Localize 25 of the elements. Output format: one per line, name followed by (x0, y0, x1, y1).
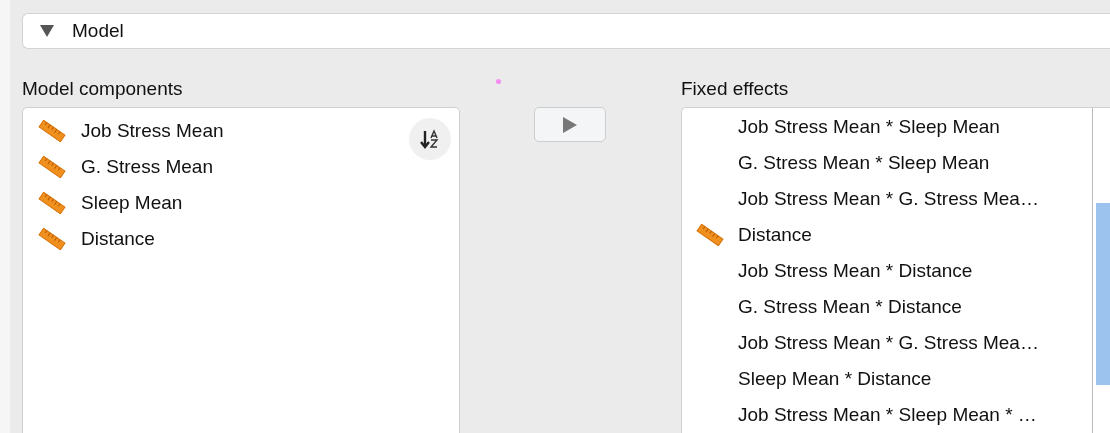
variable-label[interactable]: Job Stress Mean * Sleep Mean (738, 116, 1000, 138)
variable-label[interactable]: G. Stress Mean (81, 156, 213, 178)
list-label: Model components (22, 78, 184, 101)
sort-button[interactable] (409, 118, 451, 160)
variable-label[interactable]: Distance (738, 224, 812, 246)
expand-triangle-icon (40, 25, 54, 37)
scrollbar-thumb[interactable] (1096, 203, 1110, 385)
variable-label[interactable]: Distance (81, 228, 155, 250)
marker-dot (496, 79, 501, 84)
play-arrow-icon (563, 116, 577, 133)
variable-label[interactable]: Job Stress Mean * Distance (738, 260, 973, 282)
section-title: Model (72, 20, 124, 42)
move-right-button[interactable] (534, 107, 606, 142)
variable-label[interactable]: Sleep Mean (81, 192, 183, 214)
variable-label[interactable]: Job Stress Mean * G. Stress Mea… (738, 332, 1039, 354)
variable-label[interactable]: Job Stress Mean (81, 120, 224, 142)
variable-label[interactable]: Job Stress Mean * G. Stress Mea… (738, 188, 1039, 210)
list-label: Fixed effects (681, 78, 790, 101)
scrollbar[interactable] (1092, 108, 1110, 433)
sort-icon (419, 128, 441, 150)
variable-label[interactable]: Job Stress Mean * Sleep Mean * … (738, 404, 1037, 426)
section-header[interactable]: Model (22, 13, 1110, 49)
variable-label[interactable]: G. Stress Mean * Distance (738, 296, 962, 318)
variable-label[interactable]: Sleep Mean * Distance (738, 368, 932, 390)
variable-label[interactable]: G. Stress Mean * Sleep Mean (738, 152, 990, 174)
